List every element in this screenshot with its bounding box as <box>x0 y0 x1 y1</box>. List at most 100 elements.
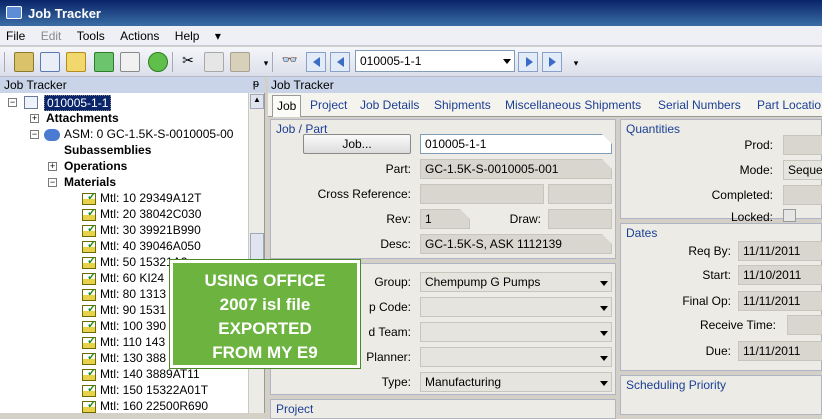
menu-actions[interactable]: Actions <box>114 26 165 46</box>
menu-edit[interactable]: Edit <box>35 26 68 46</box>
material-icon <box>82 318 96 333</box>
final-op-label: Final Op: <box>682 294 731 308</box>
first-record-button[interactable] <box>306 52 326 72</box>
scroll-up-icon[interactable]: ▲ <box>250 94 264 109</box>
prod-code-select[interactable] <box>420 297 612 317</box>
rev-field: 1 <box>420 209 470 229</box>
tab-part-locations[interactable]: Part Locatio <box>757 98 821 112</box>
completed-label: Completed: <box>711 188 773 202</box>
toolbar-separator <box>272 52 273 72</box>
locked-label: Locked: <box>730 210 773 224</box>
planner-select[interactable] <box>420 347 612 367</box>
copy-icon[interactable] <box>204 52 224 72</box>
group-select[interactable]: Chempump G Pumps <box>420 272 612 292</box>
draw-field <box>548 209 612 229</box>
tab-job[interactable]: Job <box>272 95 302 117</box>
tree-subassemblies-label: Subassemblies <box>64 143 152 157</box>
team-select[interactable] <box>420 322 612 342</box>
final-op-field: 11/11/2011 <box>738 291 822 311</box>
pin-icon[interactable]: ᵽ <box>253 78 259 90</box>
scheduling-priority-title: Scheduling Priority <box>626 378 727 392</box>
type-select[interactable]: Manufacturing <box>420 372 612 392</box>
dates-title: Dates <box>626 226 658 240</box>
material-label: Mtl: 40 39046A050 <box>100 239 201 253</box>
callout-line: EXPORTED <box>218 319 312 338</box>
refresh-icon[interactable] <box>94 52 114 72</box>
last-record-button[interactable] <box>542 52 562 72</box>
material-icon <box>82 382 96 397</box>
req-by-field: 11/11/2011 <box>738 241 822 261</box>
prod-field <box>783 135 822 155</box>
part-field: GC-1.5K-S-0010005-001 <box>420 159 612 179</box>
chevron-down-icon <box>600 331 608 336</box>
material-icon <box>82 238 96 253</box>
tree-attachments-label: Attachments <box>46 111 119 125</box>
cross-reference-field <box>420 184 544 204</box>
material-label: Mtl: 60 KI24 <box>100 271 165 285</box>
material-label: Mtl: 90 1531 <box>100 303 167 317</box>
callout-line: 2007 isl file <box>219 295 311 314</box>
material-icon <box>82 366 96 381</box>
collapse-icon[interactable]: − <box>30 130 39 139</box>
callout-line: FROM MY E9 <box>212 343 318 362</box>
expand-icon[interactable]: + <box>30 114 39 123</box>
tab-bar: Job Project Job Details Shipments Miscel… <box>268 93 822 117</box>
project-group: Project <box>270 399 616 419</box>
tree-panel-header: Job Tracker ᵽ <box>0 77 265 93</box>
next-icon <box>526 57 533 67</box>
material-icon <box>82 270 96 285</box>
job-icon <box>24 96 38 109</box>
grid-view-icon[interactable] <box>40 52 60 72</box>
record-selector[interactable]: 010005-1-1 <box>355 50 515 72</box>
eraser-icon[interactable] <box>120 52 140 72</box>
job-number-input[interactable]: 010005-1-1 <box>420 134 612 154</box>
due-field: 11/11/2011 <box>738 341 822 361</box>
material-label: Mtl: 130 388 <box>100 351 167 365</box>
tab-project[interactable]: Project <box>310 98 347 112</box>
material-icon <box>82 222 96 237</box>
cross-reference-label: Cross Reference: <box>317 187 411 201</box>
prod-label: Prod: <box>744 138 773 152</box>
req-by-label: Req By: <box>688 244 731 258</box>
start-field: 11/10/2011 <box>738 265 822 285</box>
next-record-button[interactable] <box>518 52 538 72</box>
locked-checkbox[interactable] <box>783 209 796 222</box>
window-title: Job Tracker <box>28 6 101 21</box>
menu-help[interactable]: Help <box>169 26 206 46</box>
annotation-callout: USING OFFICE 2007 isl file EXPORTED FROM… <box>169 259 361 369</box>
draw-label: Draw: <box>509 212 541 226</box>
assembly-icon <box>44 129 60 141</box>
group-select-value: Chempump G Pumps <box>425 275 541 289</box>
toolbar-overflow-icon[interactable]: ▾ <box>256 52 276 72</box>
material-icon <box>82 286 96 301</box>
quantities-group: Quantities Prod: Mode: Seque Completed: … <box>620 119 822 224</box>
folder-icon[interactable] <box>66 52 86 72</box>
quantities-title: Quantities <box>626 122 681 136</box>
toolbar-overflow-icon[interactable]: ▾ <box>566 52 586 72</box>
collapse-icon[interactable]: − <box>48 178 57 187</box>
open-book-icon[interactable] <box>14 52 34 72</box>
binoculars-icon[interactable]: 👓 <box>280 52 300 72</box>
tab-miscellaneous-shipments[interactable]: Miscellaneous Shipments <box>505 98 641 112</box>
mode-select[interactable]: Seque <box>783 160 822 180</box>
menu-overflow-icon[interactable]: ▾ <box>209 26 227 46</box>
tab-shipments[interactable]: Shipments <box>434 98 491 112</box>
tab-job-details[interactable]: Job Details <box>360 98 419 112</box>
callout-line: USING OFFICE <box>204 271 326 290</box>
tab-serial-numbers[interactable]: Serial Numbers <box>658 98 741 112</box>
menu-file[interactable]: File <box>0 26 31 46</box>
material-icon <box>82 350 96 365</box>
title-bar: Job Tracker <box>0 0 822 26</box>
chevron-down-icon <box>600 306 608 311</box>
material-label: Mtl: 150 15322A01T <box>100 383 209 397</box>
detail-panel-header: Job Tracker <box>268 77 822 93</box>
paste-icon[interactable] <box>230 52 250 72</box>
cut-icon[interactable]: ✂ <box>178 52 198 72</box>
go-icon[interactable] <box>148 52 168 72</box>
expand-icon[interactable]: + <box>48 162 57 171</box>
job-button[interactable]: Job... <box>303 134 411 154</box>
tree-assembly-label: ASM: 0 GC-1.5K-S-0010005-00 <box>64 127 234 141</box>
collapse-icon[interactable]: − <box>8 98 17 107</box>
previous-record-button[interactable] <box>330 52 350 72</box>
menu-tools[interactable]: Tools <box>71 26 111 46</box>
